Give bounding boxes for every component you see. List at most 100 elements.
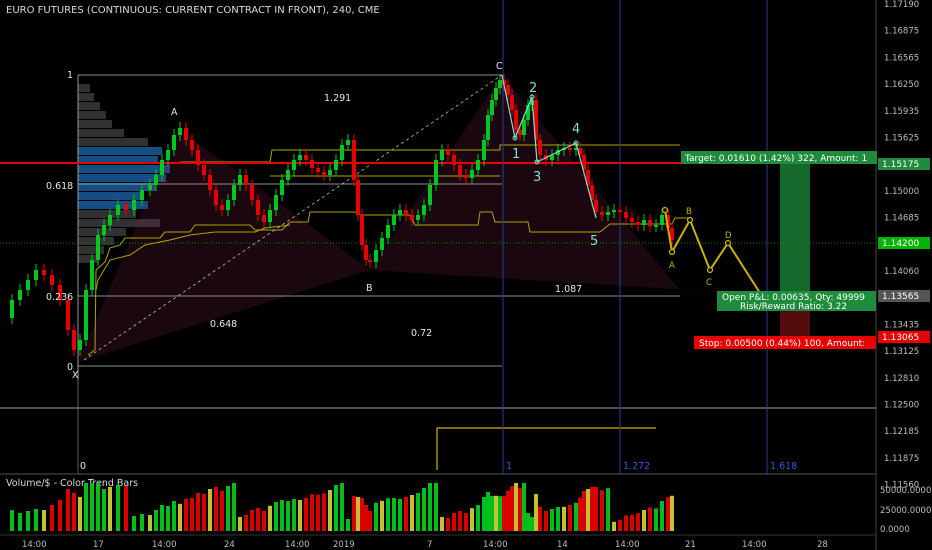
candle-body[interactable] bbox=[498, 80, 502, 88]
candle-body[interactable] bbox=[148, 185, 152, 190]
candle-body[interactable] bbox=[490, 100, 494, 115]
candle-body[interactable] bbox=[522, 120, 526, 135]
candle-body[interactable] bbox=[184, 128, 188, 140]
candle-body[interactable] bbox=[124, 205, 128, 210]
time-axis-label[interactable]: 14 bbox=[557, 540, 568, 550]
time-axis-label[interactable]: 14:00 bbox=[285, 540, 310, 550]
candle-body[interactable] bbox=[352, 140, 356, 180]
candle-body[interactable] bbox=[220, 205, 224, 210]
price-chart[interactable]: 1 1.291 0.618 0.236 0.648 0.72 1.087 0 0… bbox=[0, 0, 932, 550]
candle-body[interactable] bbox=[464, 175, 468, 178]
candle-body[interactable] bbox=[458, 165, 462, 175]
candle-body[interactable] bbox=[486, 115, 490, 140]
candle-body[interactable] bbox=[208, 175, 212, 190]
candle-body[interactable] bbox=[154, 175, 158, 185]
candle-body[interactable] bbox=[298, 155, 302, 160]
time-axis-label[interactable]: 14:00 bbox=[742, 540, 767, 550]
candle-body[interactable] bbox=[482, 140, 486, 160]
candle-body[interactable] bbox=[360, 215, 364, 245]
time-axis-label[interactable]: 14:00 bbox=[22, 540, 47, 550]
candle-body[interactable] bbox=[368, 260, 372, 262]
candle-body[interactable] bbox=[642, 220, 646, 225]
candle-body[interactable] bbox=[476, 160, 480, 170]
candle-body[interactable] bbox=[42, 270, 46, 275]
candle-body[interactable] bbox=[440, 150, 444, 160]
time-axis-label[interactable]: 28 bbox=[817, 540, 828, 550]
candle-body[interactable] bbox=[244, 175, 248, 185]
time-axis-label[interactable]: 7 bbox=[427, 540, 432, 550]
candle-body[interactable] bbox=[178, 128, 182, 135]
candle-body[interactable] bbox=[538, 140, 542, 155]
candle-body[interactable] bbox=[66, 300, 70, 330]
candle-body[interactable] bbox=[96, 235, 100, 260]
candle-body[interactable] bbox=[328, 170, 332, 175]
candle-body[interactable] bbox=[274, 195, 278, 210]
candle-body[interactable] bbox=[506, 85, 510, 95]
candle-body[interactable] bbox=[356, 180, 360, 215]
candle-body[interactable] bbox=[286, 170, 290, 180]
time-axis-label[interactable]: 14:00 bbox=[152, 540, 177, 550]
candle-body[interactable] bbox=[84, 290, 88, 340]
candle-body[interactable] bbox=[446, 150, 450, 155]
candle-body[interactable] bbox=[226, 200, 230, 210]
candle-body[interactable] bbox=[26, 280, 30, 290]
candle-body[interactable] bbox=[494, 88, 498, 100]
candle-body[interactable] bbox=[262, 215, 266, 222]
candle-body[interactable] bbox=[78, 340, 82, 350]
candle-body[interactable] bbox=[660, 215, 664, 225]
time-axis-label[interactable]: 24 bbox=[224, 540, 235, 550]
candle-body[interactable] bbox=[50, 275, 54, 285]
time-axis-labels[interactable]: 14:00 17 14:00 24 14:00 2019 7 14:00 14 14:00 21 14… bbox=[22, 540, 828, 550]
candle-body[interactable] bbox=[340, 145, 344, 160]
candle-body[interactable] bbox=[334, 160, 338, 170]
candle-body[interactable] bbox=[132, 200, 136, 210]
candle-body[interactable] bbox=[322, 172, 326, 175]
candle-body[interactable] bbox=[510, 95, 514, 110]
candle-body[interactable] bbox=[410, 215, 414, 220]
candle-body[interactable] bbox=[72, 330, 76, 350]
candle-body[interactable] bbox=[374, 250, 378, 262]
time-axis-label[interactable]: 2019 bbox=[333, 540, 355, 550]
candle-body[interactable] bbox=[422, 205, 426, 215]
candle-body[interactable] bbox=[380, 238, 384, 250]
candle-body[interactable] bbox=[594, 200, 598, 212]
candle-body[interactable] bbox=[172, 135, 176, 150]
candle-body[interactable] bbox=[160, 160, 164, 175]
candle-body[interactable] bbox=[18, 290, 22, 300]
candle-body[interactable] bbox=[630, 218, 634, 222]
candle-body[interactable] bbox=[280, 180, 284, 195]
time-axis-label[interactable]: 21 bbox=[685, 540, 696, 550]
candle-body[interactable] bbox=[648, 220, 652, 226]
candle-body[interactable] bbox=[600, 212, 604, 215]
candle-body[interactable] bbox=[404, 210, 408, 215]
candle-body[interactable] bbox=[292, 160, 296, 170]
candle-body[interactable] bbox=[636, 222, 640, 225]
candle-body[interactable] bbox=[428, 185, 432, 205]
candle-body[interactable] bbox=[606, 212, 610, 215]
candle-body[interactable] bbox=[190, 140, 194, 150]
candle-body[interactable] bbox=[654, 225, 658, 227]
candle-body[interactable] bbox=[250, 185, 254, 200]
candle-body[interactable] bbox=[90, 260, 94, 290]
candle-body[interactable] bbox=[398, 210, 402, 215]
candle-body[interactable] bbox=[452, 155, 456, 165]
candle-body[interactable] bbox=[268, 210, 272, 222]
candle-body[interactable] bbox=[434, 160, 438, 185]
candle-body[interactable] bbox=[364, 245, 368, 260]
candle-body[interactable] bbox=[196, 150, 200, 165]
candle-body[interactable] bbox=[392, 215, 396, 225]
candle-body[interactable] bbox=[34, 270, 38, 280]
candle-body[interactable] bbox=[140, 190, 144, 200]
candle-body[interactable] bbox=[102, 225, 106, 235]
candle-body[interactable] bbox=[624, 212, 628, 218]
candle-body[interactable] bbox=[310, 160, 314, 168]
candle-body[interactable] bbox=[166, 150, 170, 160]
candle-body[interactable] bbox=[108, 215, 112, 225]
time-axis-label[interactable]: 14:00 bbox=[483, 540, 508, 550]
candle-body[interactable] bbox=[416, 215, 420, 220]
candle-body[interactable] bbox=[116, 205, 120, 215]
time-axis-label[interactable]: 14:00 bbox=[615, 540, 640, 550]
candle-body[interactable] bbox=[568, 148, 572, 150]
candle-body[interactable] bbox=[316, 168, 320, 172]
candle-body[interactable] bbox=[238, 175, 242, 185]
